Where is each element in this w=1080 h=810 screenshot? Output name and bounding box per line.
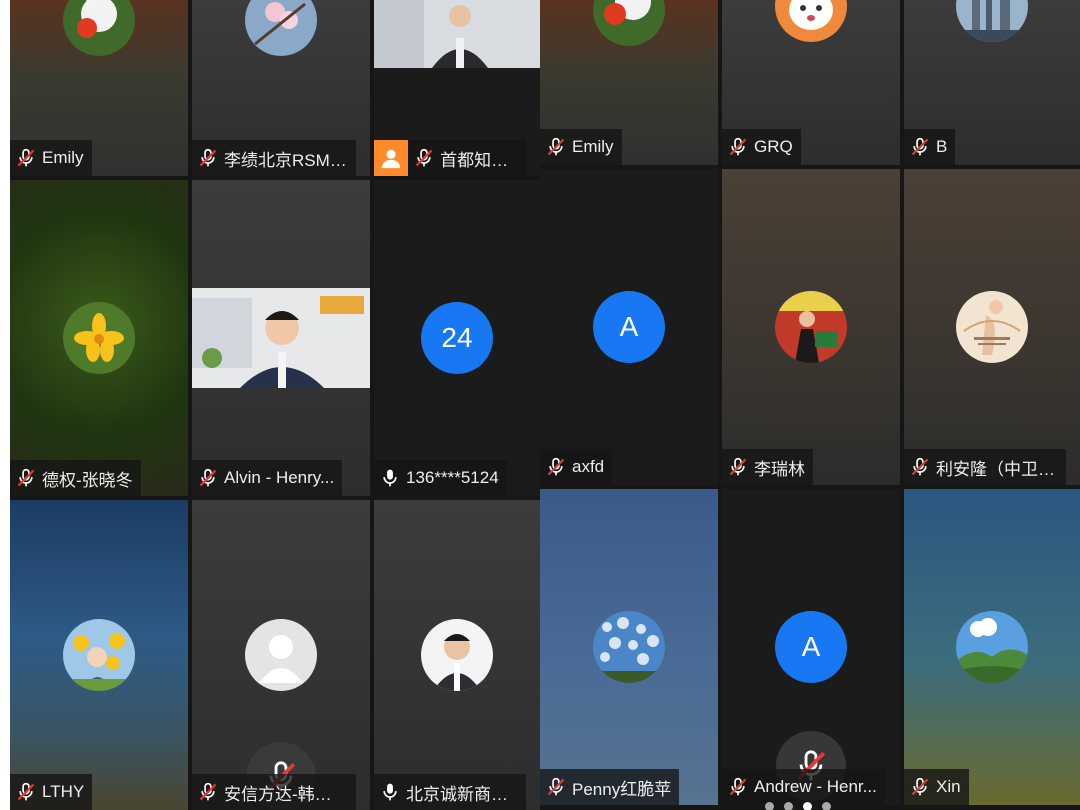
participant-avatar (421, 619, 493, 691)
participant-name: GRQ (754, 137, 793, 156)
participant-tile[interactable]: GRQ (722, 0, 900, 165)
participant-tile[interactable]: 李瑞林 (722, 169, 900, 485)
mic-muted-icon (546, 777, 566, 797)
mic-muted-icon (910, 137, 930, 157)
participant-name: 李瑞林 (754, 459, 805, 479)
mic-muted-icon (910, 457, 930, 477)
participant-label: Xin (904, 769, 969, 805)
mic-muted-icon (728, 137, 748, 157)
participant-name: Emily (42, 148, 84, 167)
page-indicator[interactable] (765, 802, 831, 810)
participant-tile[interactable]: 北京诚新商标版... (374, 500, 540, 810)
mic-muted-icon (414, 148, 434, 168)
default-avatar-icon (245, 619, 317, 691)
participant-avatar (63, 302, 135, 374)
participant-tile[interactable]: 利安隆（中卫）... (904, 169, 1080, 485)
page-dot[interactable] (822, 802, 831, 810)
participant-label: 北京诚新商标版... (374, 774, 526, 810)
page-dot-active[interactable] (803, 802, 812, 810)
mic-on-icon (380, 782, 400, 802)
participant-name: 德权-张晓冬 (42, 470, 133, 490)
participant-avatar (593, 611, 665, 683)
participant-label: 李绩北京RSMK... (192, 140, 356, 176)
participant-avatar (956, 611, 1028, 683)
participant-label: Andrew - Henr... (722, 769, 885, 805)
participant-tile[interactable]: A Andrew - Henr... (722, 489, 900, 805)
participant-tile[interactable]: B (904, 0, 1080, 165)
participant-avatar (245, 0, 317, 56)
mic-muted-icon (16, 782, 36, 802)
mic-muted-icon (728, 777, 748, 797)
participant-avatar: A (775, 611, 847, 683)
participant-video (374, 0, 540, 68)
participant-label: 利安隆（中卫）... (904, 449, 1066, 485)
participant-name: B (936, 137, 948, 156)
participant-tile[interactable]: LTHY (10, 500, 188, 810)
participant-name: Xin (936, 777, 961, 796)
participant-label: Emily (10, 140, 92, 176)
participant-tile[interactable]: A axfd (540, 169, 718, 485)
participant-name: 北京诚新商标版... (406, 784, 518, 804)
participant-label: 136****5124 (374, 460, 507, 496)
participant-avatar (593, 0, 665, 46)
mic-muted-icon (546, 137, 566, 157)
participant-label: Alvin - Henry... (192, 460, 343, 496)
mic-muted-icon (198, 782, 218, 802)
participant-label: LTHY (10, 774, 93, 810)
mic-muted-icon (910, 777, 930, 797)
user-badge-icon (374, 140, 409, 176)
participant-name: 利安隆（中卫）... (936, 459, 1058, 479)
participant-video (192, 288, 370, 388)
participant-name: LTHY (42, 782, 85, 801)
participant-name: 首都知识... (440, 150, 518, 170)
participant-name: Alvin - Henry... (224, 468, 335, 487)
participant-label: GRQ (722, 129, 801, 165)
page-dot[interactable] (784, 802, 793, 810)
left-video-grid: Emily 李绩北京RSMK... 首都知识... 德权-张晓冬 Alvin -… (10, 0, 540, 810)
participant-tile[interactable]: Penny红脆苹 (540, 489, 718, 805)
participant-label: Emily (540, 129, 622, 165)
mic-muted-icon (16, 468, 36, 488)
participant-label: 安信方达-韩倩倩 (192, 774, 356, 810)
participant-name: Penny红脆苹 (572, 779, 672, 799)
participant-name: 136****5124 (406, 468, 499, 487)
mic-muted-icon (198, 468, 218, 488)
participant-name: 安信方达-韩倩倩 (224, 784, 348, 804)
participant-label: 李瑞林 (722, 449, 813, 485)
participant-avatar (956, 291, 1028, 363)
participant-avatar (63, 0, 135, 56)
page-dot[interactable] (765, 802, 774, 810)
mic-muted-icon (198, 148, 218, 168)
participant-tile[interactable]: 李绩北京RSMK... (192, 0, 370, 176)
mic-muted-icon (546, 457, 566, 477)
right-video-grid: Emily GRQ B A axfd 李瑞林 利安隆（中卫）... Penny红… (540, 0, 1080, 810)
participant-name: Andrew - Henr... (754, 777, 877, 796)
participant-name: axfd (572, 457, 605, 476)
participant-avatar: 24 (421, 302, 493, 374)
participant-label: 德权-张晓冬 (10, 460, 141, 496)
participant-avatar (775, 0, 847, 42)
participant-tile[interactable]: 24 136****5124 (374, 180, 540, 496)
participant-tile[interactable]: Xin (904, 489, 1080, 805)
participant-label: B (904, 129, 956, 165)
participant-tile-video[interactable]: 首都知识... (374, 0, 540, 176)
participant-avatar (956, 0, 1028, 42)
mic-muted-icon (728, 457, 748, 477)
participant-name: 李绩北京RSMK... (224, 150, 348, 170)
participant-tile-video[interactable]: Alvin - Henry... (192, 180, 370, 496)
participant-tile[interactable]: 安信方达-韩倩倩 (192, 500, 370, 810)
participant-tile[interactable]: 德权-张晓冬 (10, 180, 188, 496)
participant-label: axfd (540, 449, 613, 485)
participant-label: Penny红脆苹 (540, 769, 680, 805)
mic-muted-icon (16, 148, 36, 168)
mic-on-icon (380, 468, 400, 488)
participant-avatar: A (593, 291, 665, 363)
participant-avatar (63, 619, 135, 691)
participant-avatar (775, 291, 847, 363)
participant-label: 首都知识... (374, 140, 526, 176)
participant-name: Emily (572, 137, 614, 156)
participant-tile-emily[interactable]: Emily (540, 0, 718, 165)
participant-tile-emily[interactable]: Emily (10, 0, 188, 176)
